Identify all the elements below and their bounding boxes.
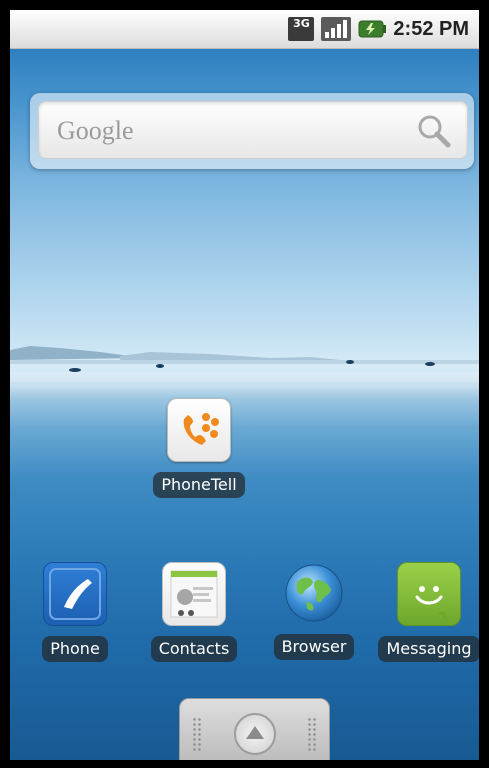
contacts-app-icon (162, 562, 226, 626)
google-search-widget[interactable]: Google (30, 93, 474, 169)
messaging-label: Messaging (378, 636, 480, 662)
search-icon[interactable] (415, 112, 453, 150)
app-browser[interactable]: Browser (266, 562, 362, 660)
status-bar[interactable]: 3G 2:52 PM (10, 10, 479, 49)
phone-app-icon (43, 562, 107, 626)
battery-charging-icon (358, 20, 387, 38)
messaging-app-icon (397, 562, 461, 626)
app-drawer-icon[interactable] (234, 713, 276, 755)
screen-frame-bottom (0, 760, 489, 768)
network-type-label: 3G (293, 17, 310, 30)
wallpaper-reflection (10, 372, 479, 382)
drawer-grip-right (307, 717, 317, 753)
app-phone[interactable]: Phone (30, 562, 120, 662)
status-icons: 3G 2:52 PM (288, 10, 469, 48)
phonetell-app-icon (167, 398, 231, 462)
android-home-screen: 3G 2:52 PM Google PhoneTell Phone Contac… (0, 0, 489, 768)
browser-label: Browser (273, 634, 355, 660)
status-time: 2:52 PM (393, 17, 469, 40)
app-contacts[interactable]: Contacts (146, 562, 242, 662)
contacts-label: Contacts (150, 636, 238, 662)
screen-frame-left (0, 0, 10, 768)
app-drawer-handle[interactable] (179, 698, 330, 762)
search-placeholder: Google (57, 116, 134, 145)
search-input[interactable]: Google (38, 101, 468, 159)
browser-globe-icon (283, 562, 345, 624)
drawer-grip-left (192, 717, 202, 753)
app-messaging[interactable]: Messaging (374, 562, 484, 662)
3g-data-icon: 3G (288, 17, 315, 41)
signal-icon (321, 17, 352, 41)
screen-frame-right (479, 0, 489, 768)
phone-label: Phone (42, 636, 108, 662)
app-phonetell[interactable]: PhoneTell (144, 398, 254, 498)
phonetell-label: PhoneTell (153, 472, 245, 498)
